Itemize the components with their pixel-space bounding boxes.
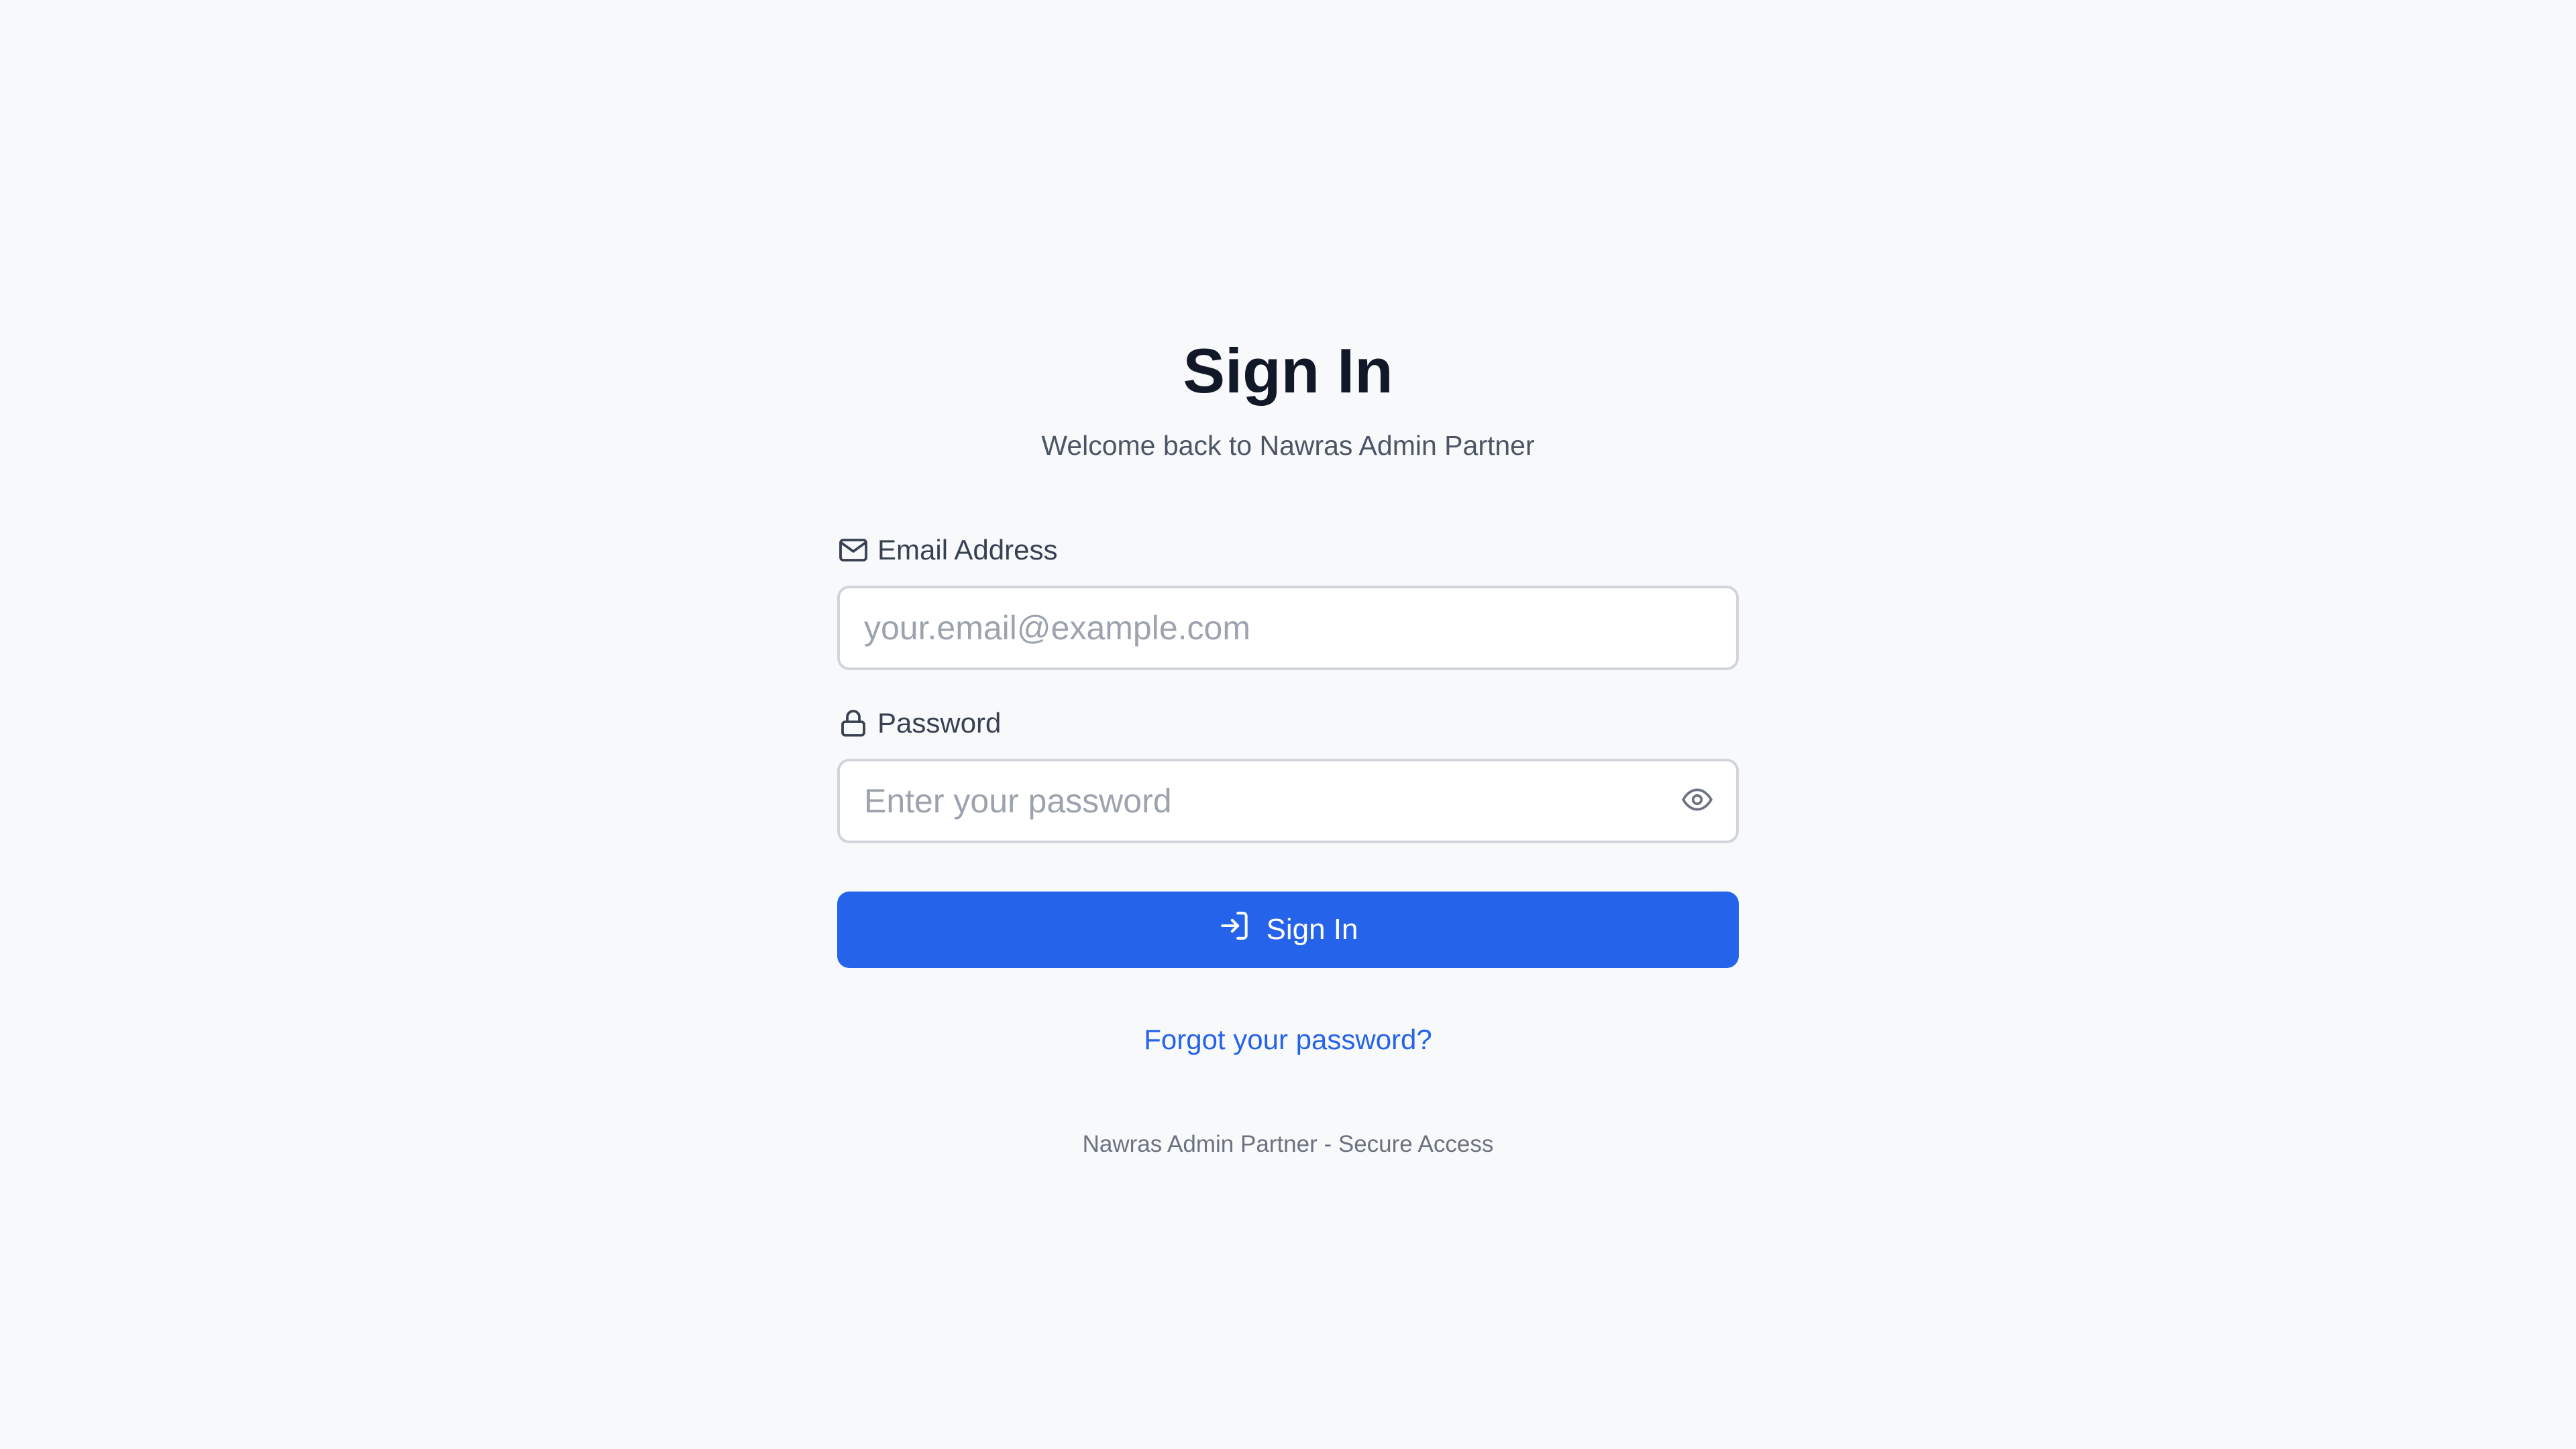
- email-label: Email Address: [837, 530, 1057, 570]
- eye-icon: [1680, 783, 1714, 820]
- email-label-text: Email Address: [877, 534, 1058, 566]
- mail-icon: [837, 534, 869, 566]
- sign-in-button[interactable]: Sign In: [837, 892, 1739, 968]
- sign-in-icon: [1218, 909, 1252, 943]
- forgot-password-link[interactable]: Forgot your password?: [837, 1021, 1739, 1059]
- password-label: Password: [837, 703, 1001, 743]
- show-password-toggle[interactable]: [1678, 782, 1716, 820]
- password-label-text: Password: [877, 707, 1002, 739]
- email-field-container: [837, 586, 1739, 670]
- footer-text: Nawras Admin Partner - Secure Access: [1082, 1131, 1494, 1157]
- lock-icon: [837, 707, 869, 739]
- page-title: Sign In: [1183, 335, 1393, 406]
- page-subtitle: Welcome back to Nawras Admin Partner: [1041, 430, 1535, 461]
- password-field-container: [837, 759, 1739, 843]
- sign-in-button-label: Sign In: [1266, 913, 1358, 946]
- email-field[interactable]: [840, 588, 1736, 667]
- password-field[interactable]: [840, 761, 1736, 841]
